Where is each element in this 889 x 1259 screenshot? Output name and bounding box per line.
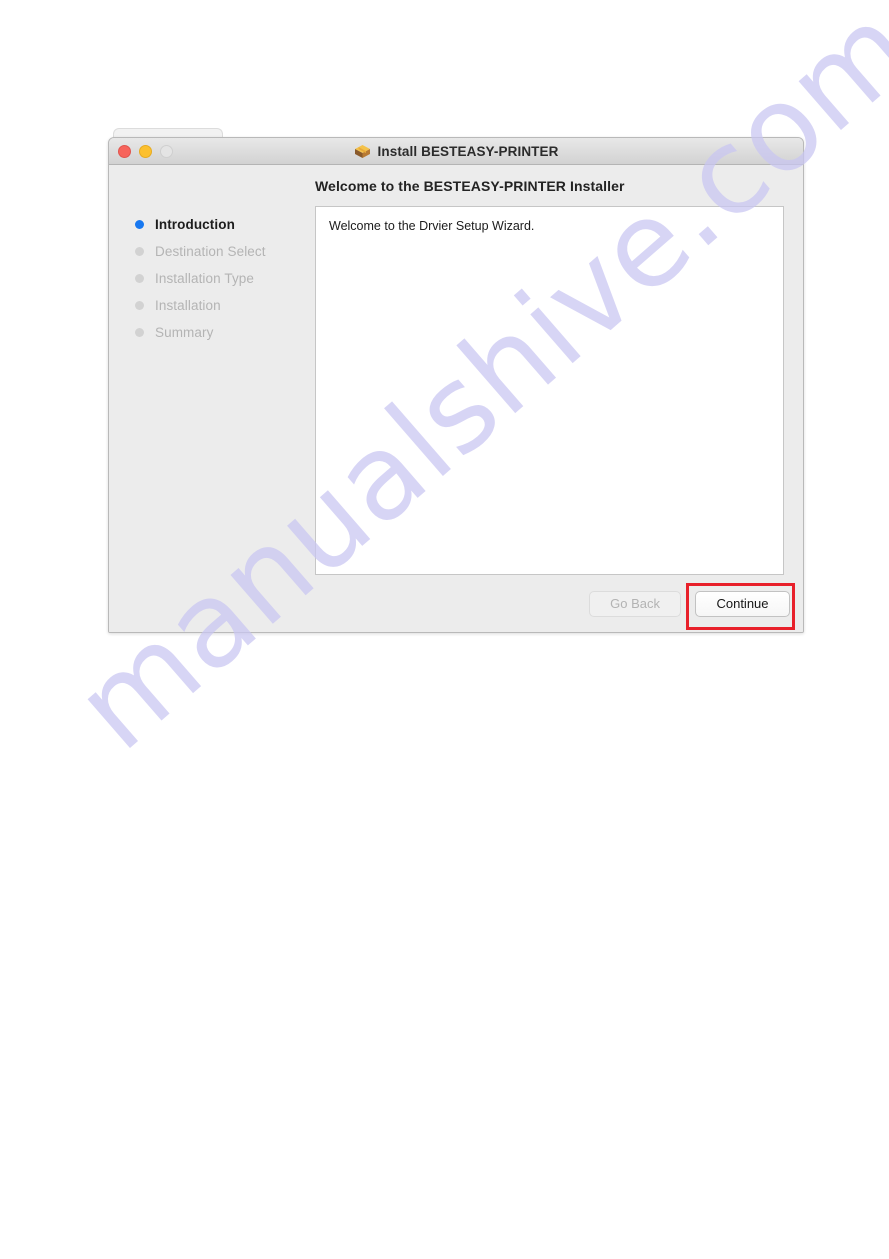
step-label: Summary [155,325,214,340]
sidebar-step-destination-select: Destination Select [135,238,315,265]
step-bullet-icon [135,220,144,229]
step-bullet-icon [135,328,144,337]
zoom-button-icon[interactable] [160,144,173,158]
minimize-button-icon[interactable] [139,144,152,158]
footer-button-bar: Go Back Continue [589,591,790,617]
sidebar-step-installation-type: Installation Type [135,265,315,292]
step-bullet-icon [135,274,144,283]
window-controls [118,138,173,164]
go-back-button[interactable]: Go Back [589,591,681,617]
step-label: Installation Type [155,271,255,286]
step-bullet-icon [135,247,144,256]
content-panel: Welcome to the Drvier Setup Wizard. [315,206,784,575]
installer-window: Install BESTEASY-PRINTER Introduction De… [108,137,804,633]
continue-button[interactable]: Continue [695,591,790,617]
titlebar-center: Install BESTEASY-PRINTER [109,144,803,159]
installer-main-pane: Welcome to the BESTEASY-PRINTER Installe… [315,165,803,632]
window-title: Install BESTEASY-PRINTER [377,143,559,159]
step-label: Introduction [155,217,235,232]
installer-step-sidebar: Introduction Destination Select Installa… [109,165,315,632]
step-label: Destination Select [155,244,266,259]
step-bullet-icon [135,301,144,310]
window-body: Introduction Destination Select Installa… [109,165,803,632]
welcome-message: Welcome to the Drvier Setup Wizard. [329,219,535,233]
sidebar-step-installation: Installation [135,292,315,319]
page-title: Welcome to the BESTEASY-PRINTER Installe… [315,178,625,194]
page-root: Install BESTEASY-PRINTER Introduction De… [0,0,889,1259]
window-titlebar[interactable]: Install BESTEASY-PRINTER [109,138,803,165]
package-icon [354,144,371,159]
step-label: Installation [155,298,221,313]
close-button-icon[interactable] [118,144,131,158]
sidebar-step-introduction[interactable]: Introduction [135,211,315,238]
sidebar-step-summary: Summary [135,319,315,346]
